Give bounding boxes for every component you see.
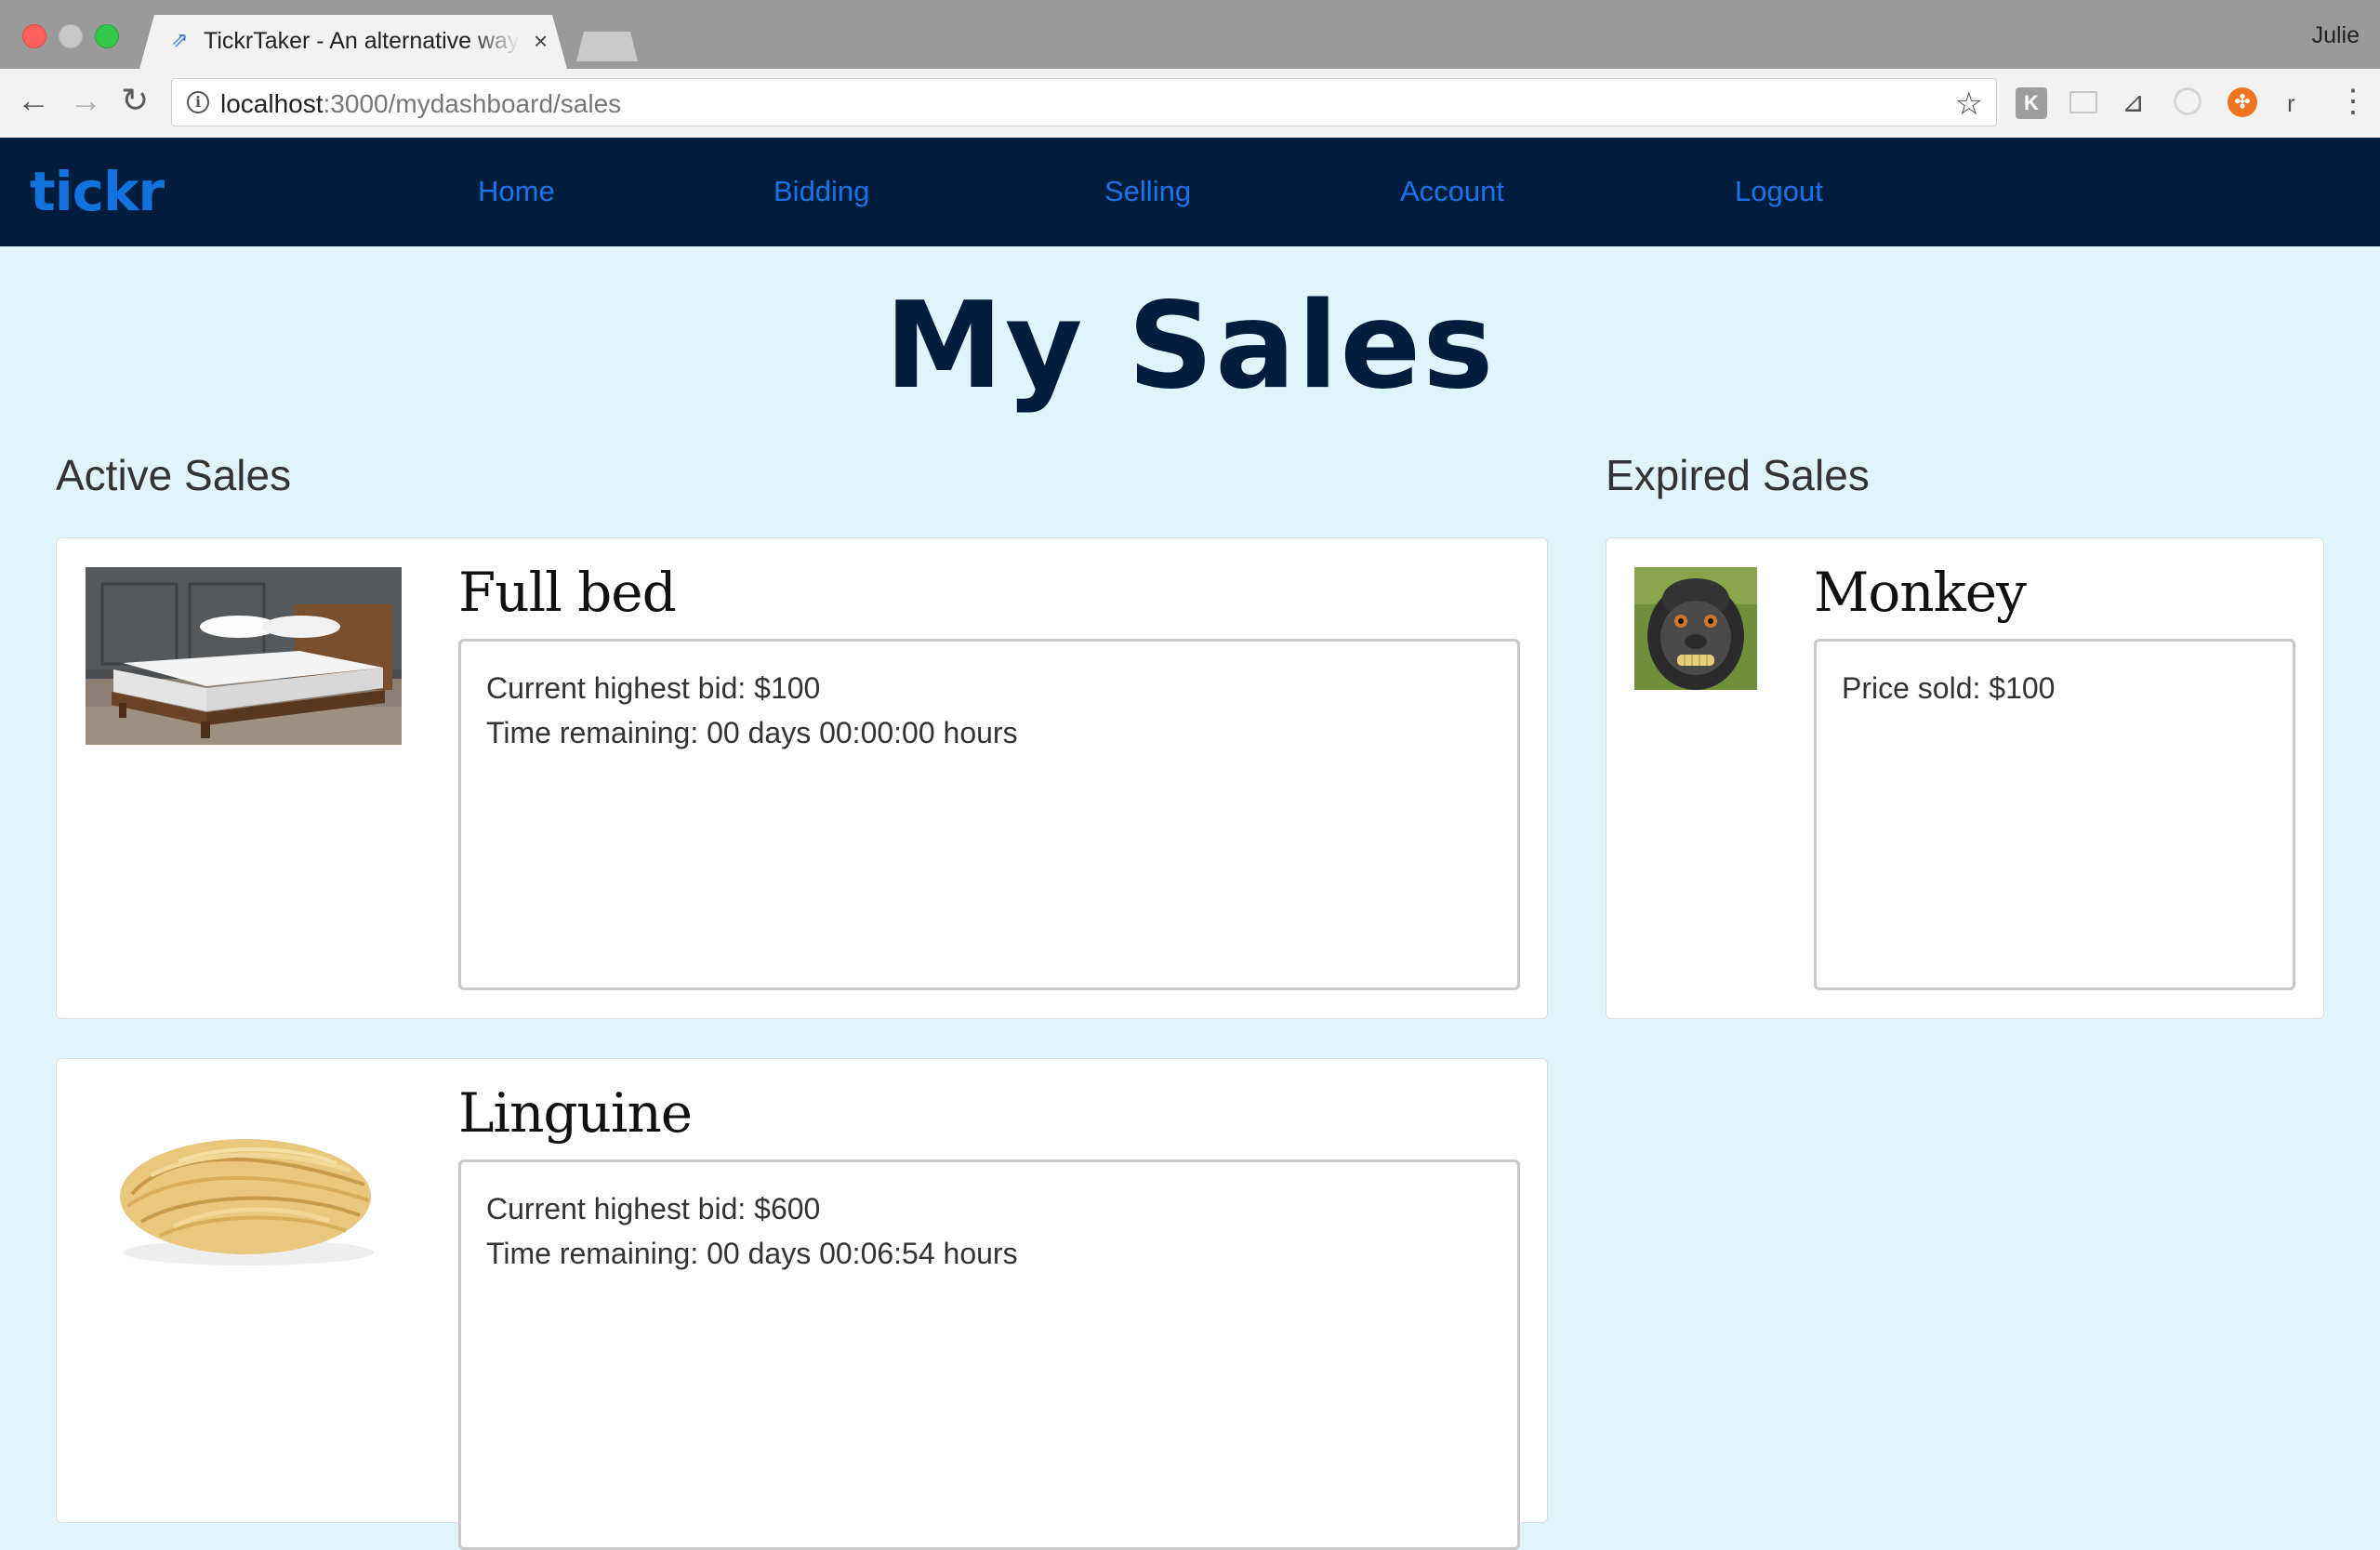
maximize-window-button[interactable]	[95, 24, 119, 48]
item-title[interactable]: Monkey	[1814, 561, 2027, 624]
monkey-picture	[1634, 567, 1757, 690]
item-details-box: Price sold: $100	[1814, 639, 2295, 990]
back-arrow-icon[interactable]: ←	[17, 82, 50, 119]
extension-window-icon[interactable]	[2069, 91, 2097, 113]
reload-icon[interactable]: ↻	[121, 82, 149, 119]
linguine-picture	[86, 1096, 402, 1282]
bookmark-star-icon[interactable]: ☆	[1955, 86, 1983, 123]
tab-title[interactable]: TickrTaker - An alternative way to buy a…	[204, 28, 520, 56]
bed-picture	[86, 567, 402, 745]
brand-logo[interactable]: tickr	[30, 160, 165, 223]
price-sold-text: Price sold: $100	[1842, 671, 2056, 705]
address-bar[interactable]: i localhost:3000/mydashboard/sales ☆	[171, 78, 1997, 126]
site-navbar: tickr Home Bidding Selling Account Logou…	[0, 138, 2380, 246]
nav-link-home[interactable]: Home	[478, 175, 555, 208]
forward-arrow-icon[interactable]: →	[69, 82, 102, 119]
item-image-linguine[interactable]	[86, 1096, 402, 1282]
item-details-box: Current highest bid: $600 Time remaining…	[458, 1159, 1520, 1550]
active-sale-card: Full bed Current highest bid: $100 Time …	[56, 537, 1548, 1019]
nav-link-account[interactable]: Account	[1400, 175, 1504, 208]
cast-icon[interactable]: ⊿	[2122, 87, 2153, 119]
active-sales-heading: Active Sales	[56, 451, 292, 499]
new-tab-button[interactable]	[576, 32, 638, 61]
item-image-monkey[interactable]	[1634, 567, 1757, 690]
item-title[interactable]: Linguine	[458, 1081, 693, 1145]
favicon-icon: ⇗	[171, 28, 189, 51]
item-title[interactable]: Full bed	[458, 561, 677, 624]
expired-sale-card: Monkey Price sold: $100	[1606, 537, 2324, 1019]
info-icon[interactable]: i	[187, 91, 209, 113]
minimize-window-button[interactable]	[59, 24, 83, 48]
browser-menu-icon[interactable]: ⋮	[2337, 86, 2369, 117]
active-sale-card: Linguine Current highest bid: $600 Time …	[56, 1058, 1548, 1550]
close-window-button[interactable]	[22, 24, 46, 48]
nav-link-selling[interactable]: Selling	[1104, 175, 1191, 208]
time-remaining-text: Time remaining: 00 days 00:06:54 hours	[486, 1237, 1018, 1270]
browser-tab-bar: ⇗ TickrTaker - An alternative way to buy…	[0, 0, 2380, 69]
nav-link-bidding[interactable]: Bidding	[774, 175, 869, 208]
tab-close-icon[interactable]: ×	[534, 27, 548, 56]
browser-toolbar: ← → ↻ i localhost:3000/mydashboard/sales…	[0, 69, 2380, 139]
expired-sales-heading: Expired Sales	[1606, 451, 1870, 499]
current-bid-text: Current highest bid: $600	[486, 1192, 821, 1225]
extension-orange-icon[interactable]: ✣	[2228, 87, 2257, 117]
item-details-box: Current highest bid: $100 Time remaining…	[458, 639, 1520, 990]
extension-circle-icon[interactable]	[2174, 87, 2202, 115]
profile-name[interactable]: Julie	[2312, 22, 2360, 49]
extension-k-icon[interactable]: K	[2016, 87, 2047, 119]
nav-link-logout[interactable]: Logout	[1735, 175, 1823, 208]
current-bid-text: Current highest bid: $100	[486, 671, 821, 705]
url-text[interactable]: localhost:3000/mydashboard/sales	[220, 89, 621, 119]
time-remaining-text: Time remaining: 00 days 00:00:00 hours	[486, 716, 1018, 749]
item-image-bed[interactable]	[86, 567, 402, 745]
page-title: My Sales	[884, 277, 1496, 416]
extension-r-icon[interactable]: r	[2287, 87, 2319, 119]
